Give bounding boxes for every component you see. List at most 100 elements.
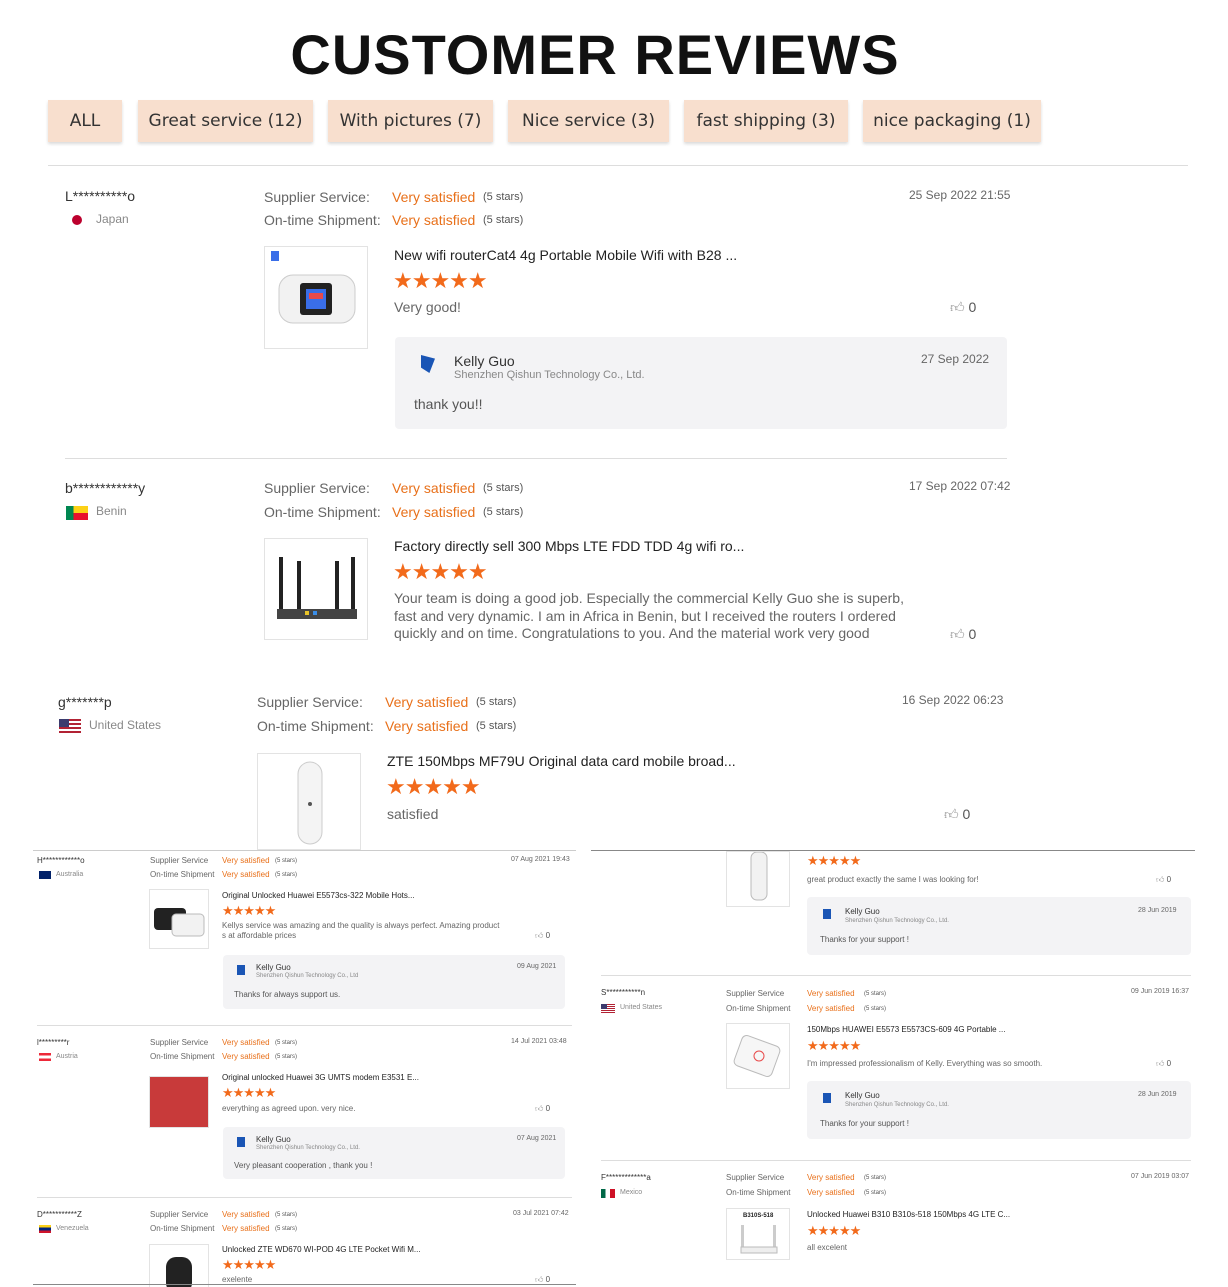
thumbs-up-icon: 👍︎ (944, 806, 959, 822)
reviewer-name: H************o (37, 856, 85, 865)
product-thumbnail[interactable] (149, 1076, 209, 1128)
mobile-wifi-image (154, 908, 205, 937)
reviewer-country: Benin (96, 504, 127, 518)
shipment-stars: (5 stars) (864, 1006, 887, 1012)
reviewer-country: United States (89, 718, 162, 732)
supplier-service-value: Very satisfied (807, 989, 855, 998)
company-logo-icon (823, 1093, 831, 1103)
thumbs-up-icon: 👍︎ (1156, 875, 1165, 884)
us-flag-icon (59, 719, 81, 733)
product-thumbnail[interactable] (257, 753, 361, 850)
like-button[interactable]: 👍︎ 0 (944, 806, 970, 823)
product-name[interactable]: Original unlocked Huawei 3G UMTS modem E… (222, 1073, 419, 1082)
supplier-service-label: Supplier Service (150, 1210, 209, 1219)
supplier-service-label: Supplier Service (726, 989, 785, 998)
shipment-stars: (5 stars) (275, 872, 298, 878)
shipment-stars: (5 stars) (483, 214, 524, 226)
seller-reply: Kelly Guo Shenzhen Qishun Technology Co.… (807, 897, 1191, 955)
usb-modem-image (297, 761, 323, 845)
seller-reply: Kelly Guo Shenzhen Qishun Technology Co.… (223, 955, 565, 1009)
rating-stars: ★★★★★ (393, 268, 488, 293)
thumbs-up-icon: 👍︎ (950, 299, 965, 315)
shipment-stars: (5 stars) (476, 720, 517, 732)
reply-company: Shenzhen Qishun Technology Co., Ltd. (454, 369, 645, 381)
reviewer-name: F*************a (601, 1173, 651, 1182)
tab-all[interactable]: ALL (48, 100, 122, 142)
router-image (277, 557, 357, 619)
company-logo-icon (421, 355, 435, 373)
reviewer-country: Australia (56, 871, 84, 878)
like-count: 0 (968, 626, 977, 642)
rating-stars: ★★★★★ (222, 1085, 276, 1100)
review-date: 17 Sep 2022 07:42 (909, 479, 1011, 493)
like-count: 0 (962, 806, 971, 822)
thumbs-up-icon: 👍︎ (950, 626, 965, 642)
product-name[interactable]: 150Mbps HUAWEI E5573 E5573CS-609 4G Port… (807, 1025, 1005, 1034)
tab-nice-service[interactable]: Nice service (3) (508, 100, 669, 142)
reviewer-name: S***********n (601, 988, 646, 997)
austria-flag-icon (39, 1053, 51, 1061)
shipment-stars: (5 stars) (275, 1226, 298, 1232)
shipment-label: On-time Shipment (726, 1188, 791, 1197)
like-button[interactable]: 👍︎ 0 (950, 299, 976, 316)
supplier-service-value: Very satisfied (222, 856, 270, 865)
review-comment: satisfied (387, 806, 439, 822)
supplier-service-value: Very satisfied (807, 1173, 855, 1182)
tab-great-service[interactable]: Great service (12) (138, 100, 313, 142)
supplier-service-stars: (5 stars) (864, 991, 887, 997)
supplier-service-value: Very satisfied (385, 694, 469, 710)
like-button[interactable]: 👍︎ 0 (950, 626, 976, 643)
review-date: 09 Jun 2019 16:37 (1131, 988, 1189, 995)
right-screenshot-panel: ★★★★★ great product exactly the same I w… (591, 850, 1195, 1261)
shipment-value: Very satisfied (222, 1224, 270, 1233)
review-date: 03 Jul 2021 07:42 (513, 1210, 569, 1217)
product-name[interactable]: Unlocked ZTE WD670 WI-POD 4G LTE Pocket … (222, 1245, 421, 1254)
tab-nice-packaging[interactable]: nice packaging (1) (863, 100, 1041, 142)
product-thumbnail[interactable] (264, 246, 368, 349)
like-button[interactable]: 👍︎ 0 (535, 1104, 550, 1114)
review-date: 16 Sep 2022 06:23 (902, 693, 1004, 707)
reviewer-name: b************y (65, 480, 146, 496)
company-logo-icon (237, 1137, 245, 1147)
rating-stars: ★★★★★ (807, 1223, 861, 1238)
supplier-service-value: Very satisfied (222, 1038, 270, 1047)
seller-reply: Kelly Guo Shenzhen Qishun Technology Co.… (395, 337, 1007, 429)
shipment-label: On-time Shipment (150, 1224, 215, 1233)
product-name[interactable]: ZTE 150Mbps MF79U Original data card mob… (387, 753, 736, 769)
thumbs-up-icon: 👍︎ (535, 1275, 544, 1284)
review-date: 25 Sep 2022 21:55 (909, 188, 1011, 202)
supplier-service-stars: (5 stars) (275, 1212, 298, 1218)
supplier-service-value: Very satisfied (222, 1210, 270, 1219)
product-thumbnail[interactable] (726, 851, 790, 907)
like-button[interactable]: 👍︎ 0 (535, 931, 550, 941)
tab-with-pictures[interactable]: With pictures (7) (328, 100, 493, 142)
like-button[interactable]: 👍︎ 0 (1156, 875, 1171, 885)
shipment-label: On-time Shipment: (257, 718, 374, 734)
company-logo-icon (237, 965, 245, 975)
product-name[interactable]: Factory directly sell 300 Mbps LTE FDD T… (394, 538, 744, 554)
shipment-label: On-time Shipment: (264, 504, 381, 520)
reviewer-name: L**********o (65, 188, 136, 204)
review-comment: Your team is doing a good job. Especiall… (394, 590, 904, 641)
supplier-service-label: Supplier Service (726, 1173, 785, 1182)
product-name[interactable]: New wifi routerCat4 4g Portable Mobile W… (394, 247, 737, 263)
shipment-value: Very satisfied (807, 1004, 855, 1013)
australia-flag-icon (39, 871, 51, 879)
product-thumbnail[interactable] (264, 538, 368, 640)
reviewer-country: Japan (96, 212, 129, 226)
product-name[interactable]: Unlocked Huawei B310 B310s-518 150Mbps 4… (807, 1210, 1010, 1219)
like-count: 0 (968, 299, 977, 315)
product-thumbnail[interactable] (149, 1244, 209, 1287)
product-thumbnail[interactable] (149, 889, 209, 949)
shipment-stars: (5 stars) (275, 1054, 298, 1060)
reply-date: 27 Sep 2022 (921, 352, 990, 366)
shipment-label: On-time Shipment (726, 1004, 791, 1013)
shipment-stars: (5 stars) (864, 1190, 887, 1196)
product-name[interactable]: Original Unlocked Huawei E5573cs-322 Mob… (222, 891, 415, 900)
tab-fast-shipping[interactable]: fast shipping (3) (684, 100, 848, 142)
divider (65, 458, 1007, 459)
product-thumbnail[interactable] (726, 1023, 790, 1089)
product-thumbnail[interactable]: B310S-518 (726, 1208, 790, 1260)
like-button[interactable]: 👍︎ 0 (1156, 1059, 1171, 1069)
shipment-value: Very satisfied (807, 1188, 855, 1197)
